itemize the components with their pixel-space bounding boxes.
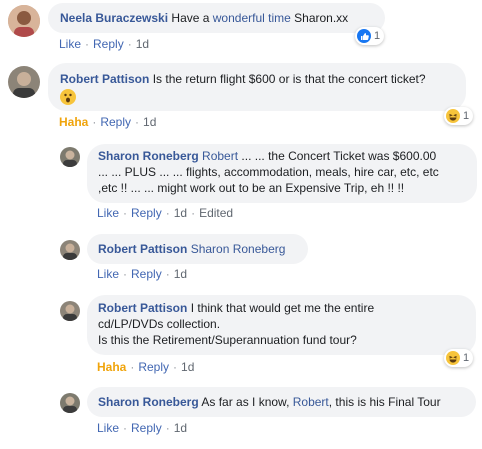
reply-author[interactable]: Robert Pattison: [98, 301, 187, 315]
reply-actions: Like · Reply · 1d: [97, 267, 188, 281]
reply-actions: Like · Reply · 1d · Edited: [97, 206, 234, 220]
comment-bubble: Neela Buraczewski Have a wonderful time …: [48, 3, 385, 33]
reply-sharon-2: Sharon Roneberg As far as I know, Robert…: [0, 385, 482, 445]
like-button[interactable]: Like: [59, 37, 81, 51]
reply-text-line: cd/LP/DVDs collection.: [98, 317, 221, 331]
avatar[interactable]: [8, 5, 40, 37]
reaction-count-badge[interactable]: 1: [444, 349, 474, 367]
reply-button[interactable]: Reply: [131, 206, 162, 220]
reply-author[interactable]: Robert Pattison: [98, 242, 187, 256]
user-photo-icon: [60, 393, 80, 413]
reply-button[interactable]: Reply: [138, 360, 169, 374]
reply-bubble: Sharon Roneberg As far as I know, Robert…: [87, 387, 476, 417]
reply-text-line: ,etc !! ... ... might work out to be an …: [98, 181, 405, 195]
comment-actions: Haha · Reply · 1d: [59, 115, 157, 129]
comment-author[interactable]: Robert Pattison: [60, 72, 149, 86]
reply-text-line: ... ... the Concert Ticket was $600.00: [241, 149, 437, 163]
reply-mention[interactable]: Robert: [293, 395, 329, 409]
reply-mention[interactable]: Robert: [202, 149, 238, 163]
user-photo-icon: [60, 240, 80, 260]
reply-text: As far as I know, Robert, this is his Fi…: [201, 395, 441, 409]
reply-robert-1: Robert Pattison Sharon Roneberg Like · Rep…: [0, 232, 482, 284]
comment-actions: Like · Reply · 1d: [59, 37, 150, 51]
reply-text-line: ... ... PLUS ... ... flights, accommodat…: [98, 165, 439, 179]
reply-button[interactable]: Reply: [131, 421, 162, 435]
avatar[interactable]: [8, 66, 40, 98]
avatar[interactable]: [60, 301, 80, 321]
reply-bubble: Robert Pattison Sharon Roneberg: [87, 234, 308, 264]
timestamp[interactable]: 1d: [174, 267, 187, 281]
avatar[interactable]: [60, 240, 80, 260]
comment-neela: Neela Buraczewski Have a wonderful time …: [0, 0, 482, 56]
reply-actions: Like · Reply · 1d: [97, 421, 188, 435]
edited-label[interactable]: Edited: [199, 206, 233, 220]
reply-sharon-1: Sharon Roneberg Robert ... ... the Conce…: [0, 141, 482, 223]
reply-actions: Haha · Reply · 1d: [97, 360, 195, 374]
timestamp[interactable]: 1d: [143, 115, 156, 129]
user-photo-icon: [60, 147, 80, 167]
user-photo-icon: [8, 5, 40, 37]
reaction-count-badge[interactable]: 1: [444, 107, 474, 125]
comment-text: Is the return flight $600 or is that the…: [152, 72, 426, 86]
laughing-face-icon: [446, 351, 460, 365]
face-with-open-mouth-icon: [60, 89, 76, 105]
reply-author[interactable]: Sharon Roneberg: [98, 149, 199, 163]
like-button[interactable]: Like: [97, 421, 119, 435]
like-button[interactable]: Like: [97, 206, 119, 220]
reaction-count: 1: [463, 352, 470, 364]
reaction-count-badge[interactable]: 1: [355, 27, 385, 45]
timestamp[interactable]: 1d: [174, 206, 187, 220]
user-photo-icon: [60, 301, 80, 321]
reply-button[interactable]: Reply: [93, 37, 124, 51]
reaction-count: 1: [374, 30, 381, 42]
reply-bubble: Robert Pattison I think that would get m…: [87, 295, 476, 355]
reply-button[interactable]: Reply: [100, 115, 131, 129]
user-photo-icon: [8, 66, 40, 98]
reply-button[interactable]: Reply: [131, 267, 162, 281]
timestamp[interactable]: 1d: [174, 421, 187, 435]
reply-text-line: I think that would get me the entire: [190, 301, 375, 315]
laughing-face-icon: [446, 109, 460, 123]
reply-mention[interactable]: Sharon Roneberg: [191, 242, 286, 256]
timestamp[interactable]: 1d: [136, 37, 149, 51]
comment-bubble: Robert Pattison Is the return flight $60…: [48, 63, 466, 111]
avatar[interactable]: [60, 147, 80, 167]
comment-text: Have a wonderful time Sharon.xx: [171, 11, 349, 25]
reaction-count: 1: [463, 110, 470, 122]
reply-bubble: Sharon Roneberg Robert ... ... the Conce…: [87, 144, 477, 203]
thumbs-up-icon: [357, 29, 371, 43]
like-button[interactable]: Like: [97, 267, 119, 281]
haha-reaction-button[interactable]: Haha: [59, 115, 88, 129]
reply-author[interactable]: Sharon Roneberg: [98, 395, 199, 409]
comment-highlight[interactable]: wonderful time: [213, 11, 291, 25]
haha-reaction-button[interactable]: Haha: [97, 360, 126, 374]
reply-robert-2: Robert Pattison I think that would get m…: [0, 293, 482, 377]
comment-author[interactable]: Neela Buraczewski: [60, 11, 168, 25]
timestamp[interactable]: 1d: [181, 360, 194, 374]
comment-robert: Robert Pattison Is the return flight $60…: [0, 60, 482, 132]
avatar[interactable]: [60, 393, 80, 413]
reply-text-line: Is this the Retirement/Superannuation fu…: [98, 333, 357, 347]
